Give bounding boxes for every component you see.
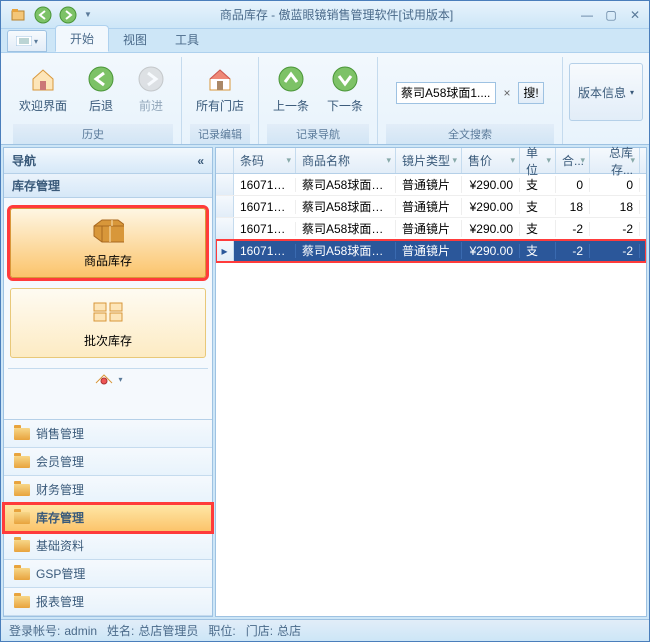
- menu-tabs: ▾ 开始 视图 工具: [1, 29, 649, 53]
- down-arrow-icon: [329, 63, 361, 95]
- grid-corner: [216, 148, 234, 173]
- col-qty[interactable]: 合...: [556, 148, 590, 173]
- folder-icon: [14, 456, 30, 468]
- qat-dropdown-icon[interactable]: ▼: [82, 4, 94, 26]
- ribbon-group-history: 欢迎界面 后退 前进 历史: [5, 57, 182, 144]
- nav-section-title: 库存管理: [4, 174, 212, 198]
- nav-item-sales[interactable]: 销售管理: [4, 420, 212, 448]
- nav-item-inventory[interactable]: 库存管理: [4, 504, 212, 532]
- back-button[interactable]: 后退: [79, 61, 123, 116]
- nav-body: 商品库存 批次库存 ▾: [4, 198, 212, 419]
- nav-item-finance[interactable]: 财务管理: [4, 476, 212, 504]
- qat-forward-icon[interactable]: [57, 4, 79, 26]
- folder-icon: [14, 512, 30, 524]
- tab-start[interactable]: 开始: [55, 25, 109, 52]
- all-stores-button[interactable]: 所有门店: [190, 61, 250, 116]
- data-grid: 条码 商品名称 镜片类型 售价 单位 合... 总库存... 160714...…: [215, 147, 647, 617]
- folder-icon: [14, 540, 30, 552]
- body: 导航 « 库存管理 商品库存 批次库存 ▾ 销售管理 会员管理 财务管理 库存管…: [1, 145, 649, 619]
- maximize-icon[interactable]: ▢: [603, 7, 619, 23]
- grid-row-selected[interactable]: ▸ 160714... 蔡司A58球面1.... 普通镜片 ¥290.00 支 …: [216, 240, 646, 262]
- minimize-icon[interactable]: —: [579, 7, 595, 23]
- col-code[interactable]: 条码: [234, 148, 296, 173]
- window-title: 商品库存 - 傲蓝眼镜销售管理软件[试用版本]: [94, 6, 579, 23]
- grid-row[interactable]: 160714... 蔡司A58球面1.... 普通镜片 ¥290.00 支 18…: [216, 196, 646, 218]
- nav-collapse-icon[interactable]: «: [197, 154, 204, 168]
- nav-card-batch-stock[interactable]: 批次库存: [10, 288, 206, 358]
- row-indicator: [216, 218, 234, 239]
- close-icon[interactable]: ✕: [627, 7, 643, 23]
- nav-list: 销售管理 会员管理 财务管理 库存管理 基础资料 GSP管理 报表管理: [4, 419, 212, 616]
- next-button[interactable]: 下一条: [321, 61, 369, 116]
- window-controls: — ▢ ✕: [579, 7, 643, 23]
- folder-icon: [14, 428, 30, 440]
- tab-view[interactable]: 视图: [109, 27, 161, 52]
- search-input[interactable]: [396, 82, 496, 104]
- version-info-button[interactable]: 版本信息 ▾: [569, 63, 643, 121]
- welcome-button[interactable]: 欢迎界面: [13, 61, 73, 116]
- col-total[interactable]: 总库存...: [590, 148, 640, 173]
- ribbon: 欢迎界面 后退 前进 历史 所有门店 记录编辑 上一条: [1, 53, 649, 145]
- ribbon-group-nav: 上一条 下一条 记录导航: [259, 57, 378, 144]
- ribbon-group-search: × 搜! 全文搜索: [378, 57, 563, 144]
- row-indicator-current: ▸: [216, 240, 234, 261]
- col-price[interactable]: 售价: [462, 148, 520, 173]
- qat-back-icon[interactable]: [32, 4, 54, 26]
- grid-body: 160714... 蔡司A58球面1.... 普通镜片 ¥290.00 支 0 …: [216, 174, 646, 616]
- nav-item-basic[interactable]: 基础资料: [4, 532, 212, 560]
- back-icon: [85, 63, 117, 95]
- app-button[interactable]: ▾: [7, 30, 47, 52]
- quick-access-toolbar: ▼: [7, 4, 94, 26]
- col-type[interactable]: 镜片类型: [396, 148, 462, 173]
- nav-body-collapse-icon[interactable]: ▾: [8, 368, 208, 390]
- row-indicator: [216, 196, 234, 217]
- tab-tools[interactable]: 工具: [161, 27, 213, 52]
- statusbar: 登录帐号: admin 姓名: 总店管理员 职位: 门店: 总店: [1, 619, 649, 641]
- search-clear-icon[interactable]: ×: [498, 82, 516, 104]
- nav-item-member[interactable]: 会员管理: [4, 448, 212, 476]
- nav-panel: 导航 « 库存管理 商品库存 批次库存 ▾ 销售管理 会员管理 财务管理 库存管…: [3, 147, 213, 617]
- nav-item-report[interactable]: 报表管理: [4, 588, 212, 616]
- home-icon: [27, 63, 59, 95]
- up-arrow-icon: [275, 63, 307, 95]
- store-icon: [204, 63, 236, 95]
- col-name[interactable]: 商品名称: [296, 148, 396, 173]
- grid-icon: [92, 298, 124, 326]
- app-menu-icon[interactable]: [7, 4, 29, 26]
- folder-icon: [14, 484, 30, 496]
- grid-header: 条码 商品名称 镜片类型 售价 单位 合... 总库存...: [216, 148, 646, 174]
- folder-icon: [14, 568, 30, 580]
- forward-button: 前进: [129, 61, 173, 116]
- col-unit[interactable]: 单位: [520, 148, 556, 173]
- search-button[interactable]: 搜!: [518, 82, 544, 104]
- folder-icon: [14, 596, 30, 608]
- box-icon: [92, 218, 124, 246]
- nav-card-product-stock[interactable]: 商品库存: [10, 208, 206, 278]
- ribbon-group-record: 所有门店 记录编辑: [182, 57, 259, 144]
- grid-row[interactable]: 160714... 蔡司A58球面1.... 普通镜片 ¥290.00 支 -2…: [216, 218, 646, 240]
- row-indicator: [216, 174, 234, 195]
- forward-icon: [135, 63, 167, 95]
- nav-header: 导航 «: [4, 148, 212, 174]
- grid-row[interactable]: 160714... 蔡司A58球面1.... 普通镜片 ¥290.00 支 0 …: [216, 174, 646, 196]
- prev-button[interactable]: 上一条: [267, 61, 315, 116]
- nav-item-gsp[interactable]: GSP管理: [4, 560, 212, 588]
